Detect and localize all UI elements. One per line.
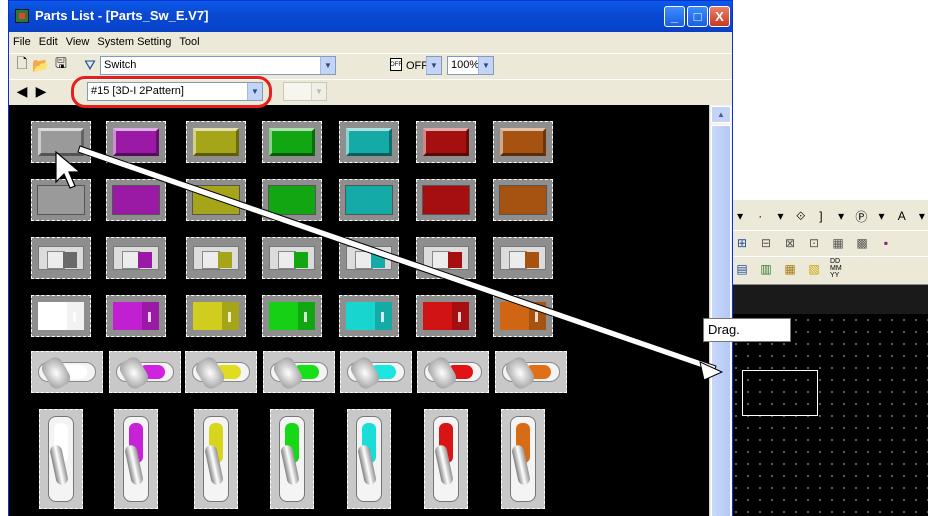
mouse-pointer-icon [55, 150, 82, 189]
drag-arrow-line [77, 145, 717, 373]
drag-annotation [55, 145, 724, 381]
